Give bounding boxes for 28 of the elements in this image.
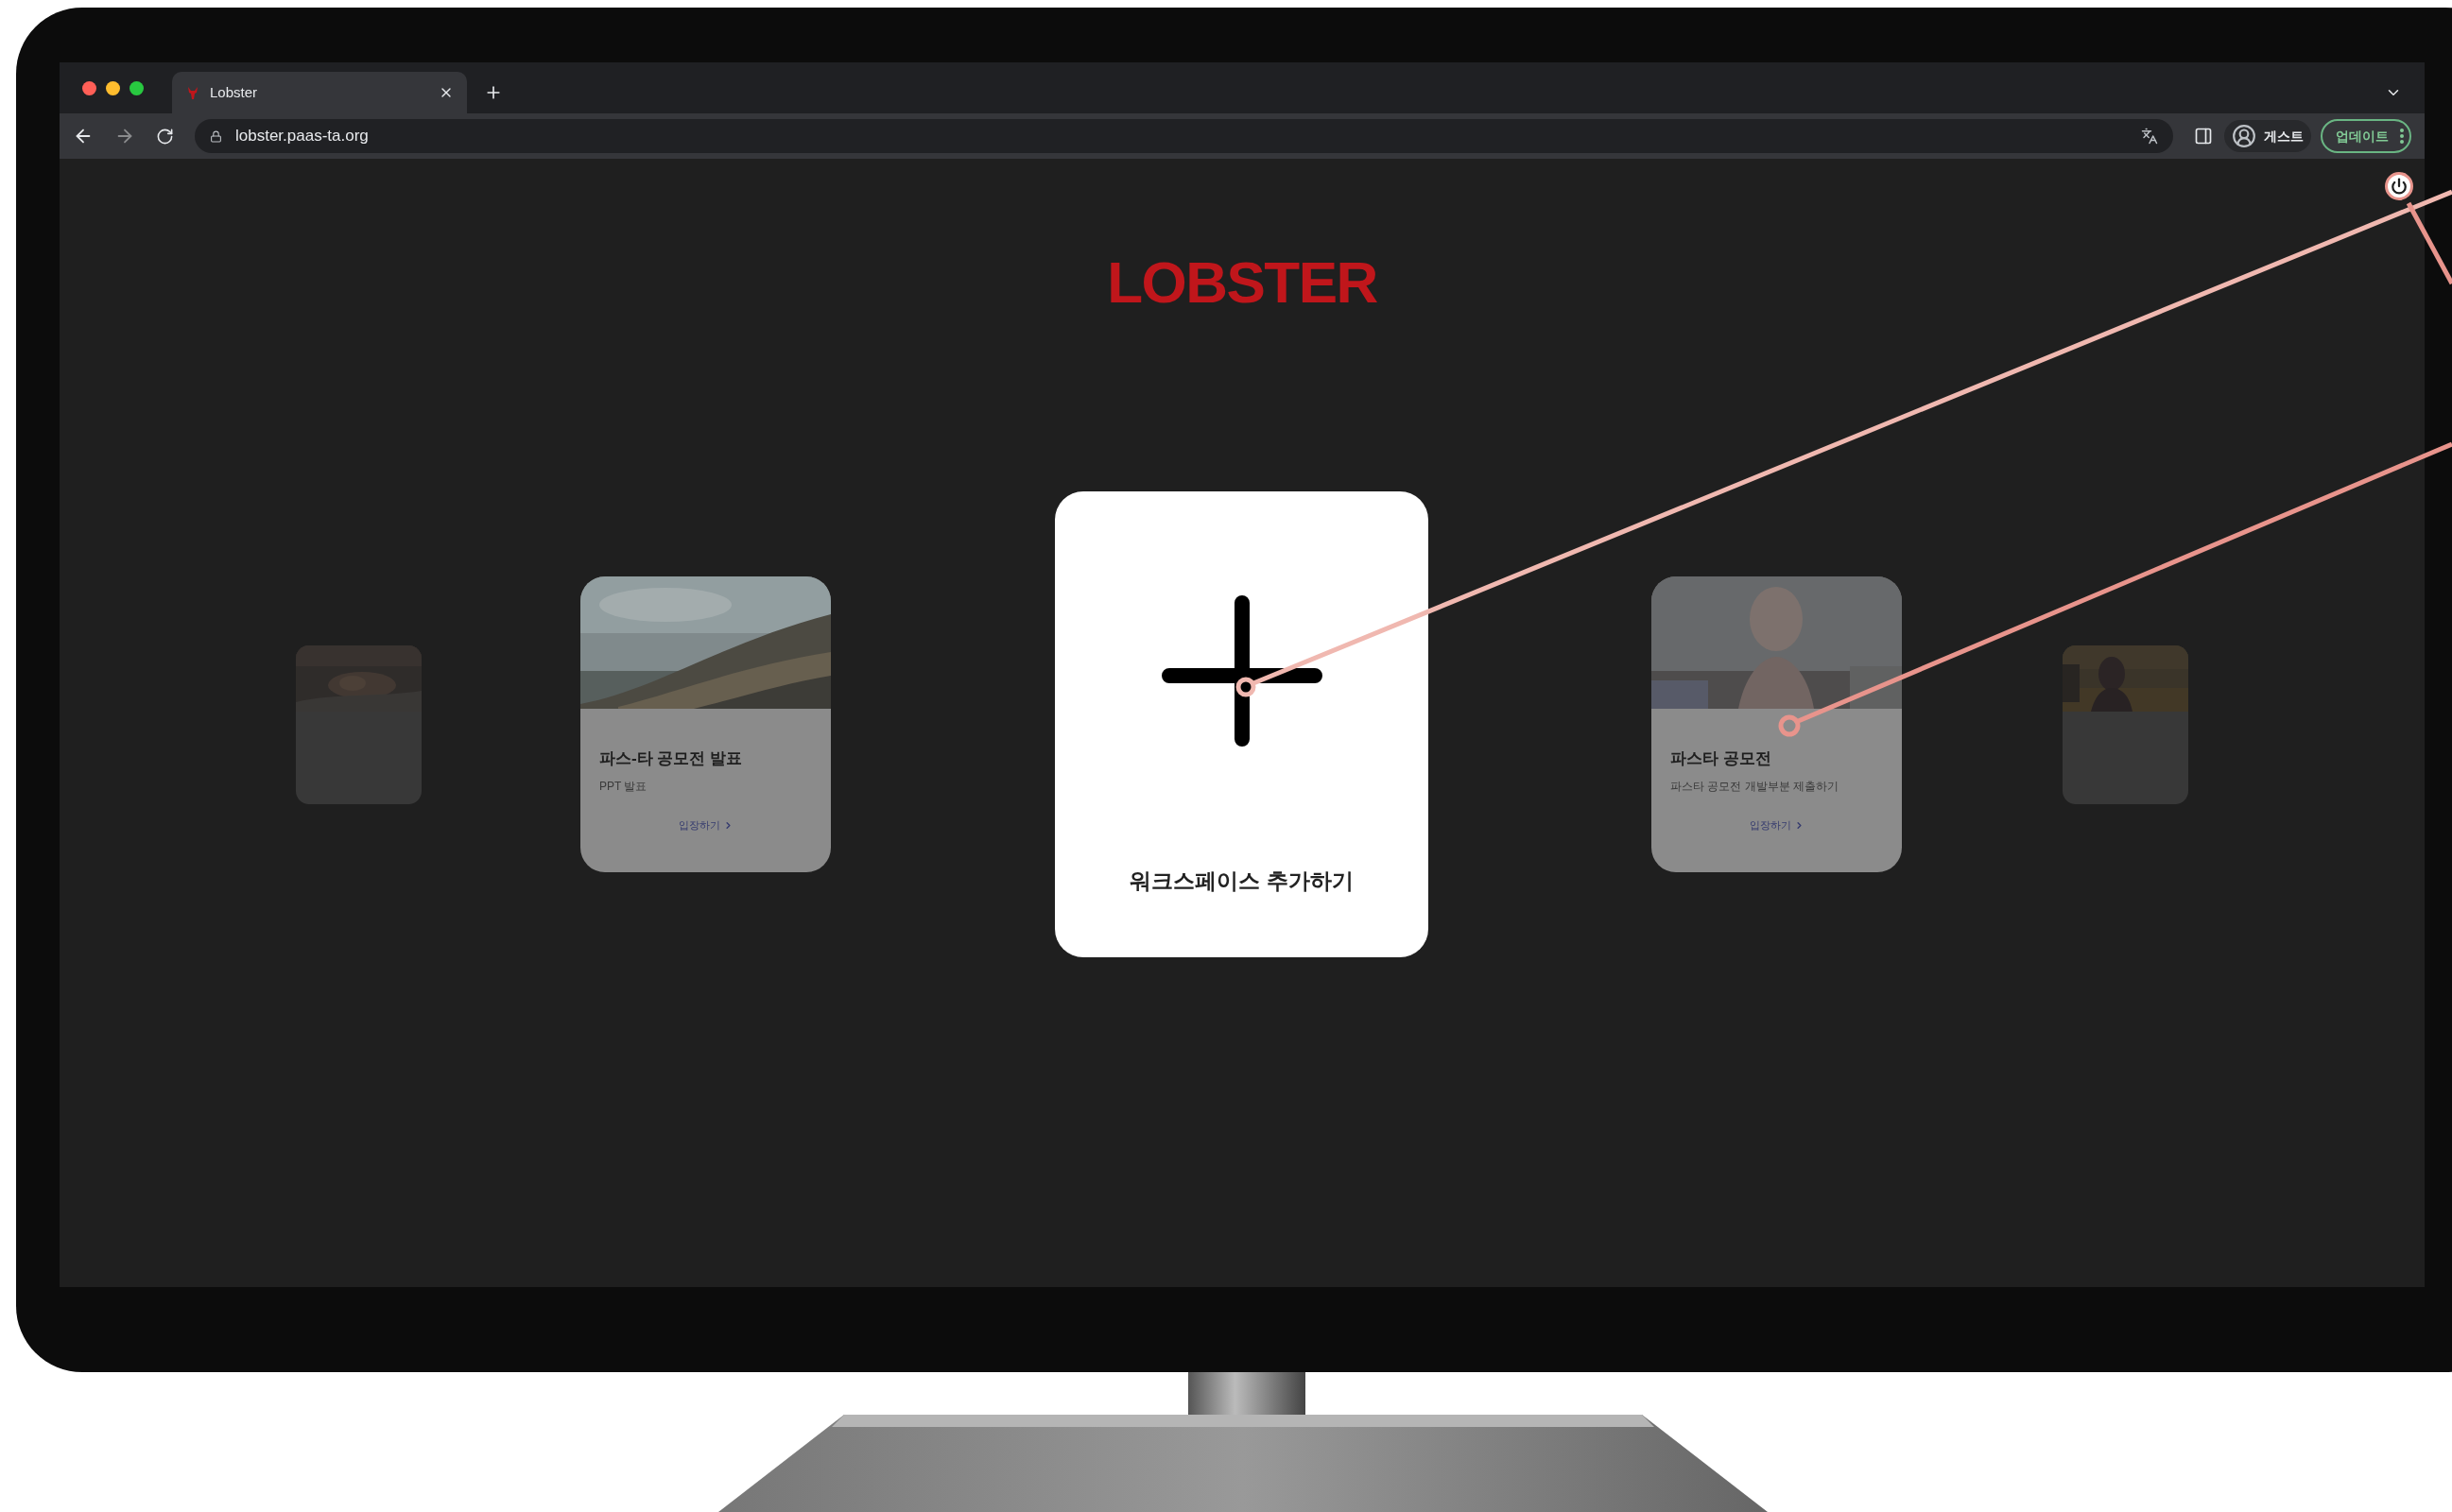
update-button[interactable]: 업데이트 [2321,119,2411,153]
browser-tab[interactable]: Lobster [172,72,467,113]
avatar-icon [2232,124,2256,148]
workspace-description: 파스타 공모전 개발부분 제출하기 [1670,779,1839,796]
add-workspace-card[interactable]: 워크스페이스 추가하기 [1055,491,1428,957]
enter-link[interactable]: 입장하기 [1749,817,1804,833]
tab-title: Lobster [210,82,259,102]
window-maximize-button[interactable] [130,80,144,95]
profile-chip[interactable]: 게스트 [2224,120,2311,152]
lock-icon [210,129,222,143]
workspace-card[interactable]: 파스-타 공모전 발표 PPT 발표 입장하기 [580,576,831,872]
workspace-title: 파스-타 공모전 발표 [599,748,744,769]
logo-text: LOBSTER [1107,253,1377,312]
power-icon[interactable] [2385,172,2413,200]
window-close-button[interactable] [82,80,96,95]
plus-icon [1161,595,1322,747]
more-icon [2400,129,2404,144]
workspace-title: 파스타 공모전 [1670,748,1772,769]
workspace-card[interactable]: 파스타 공모전 파스타 공모전 개발부분 제출하기 입장하기 [1651,576,1902,872]
window-minimize-button[interactable] [106,80,120,95]
address-bar[interactable]: lobster.paas-ta.org [195,119,2173,153]
translate-icon[interactable] [2141,128,2158,145]
lobster-favicon [185,85,200,100]
workspace-description: PPT 발표 [599,779,648,796]
enter-link[interactable]: 입장하기 [678,817,734,833]
reload-icon[interactable] [156,127,174,146]
side-panel-icon[interactable] [2194,127,2213,146]
url-text: lobster.paas-ta.org [235,126,370,147]
